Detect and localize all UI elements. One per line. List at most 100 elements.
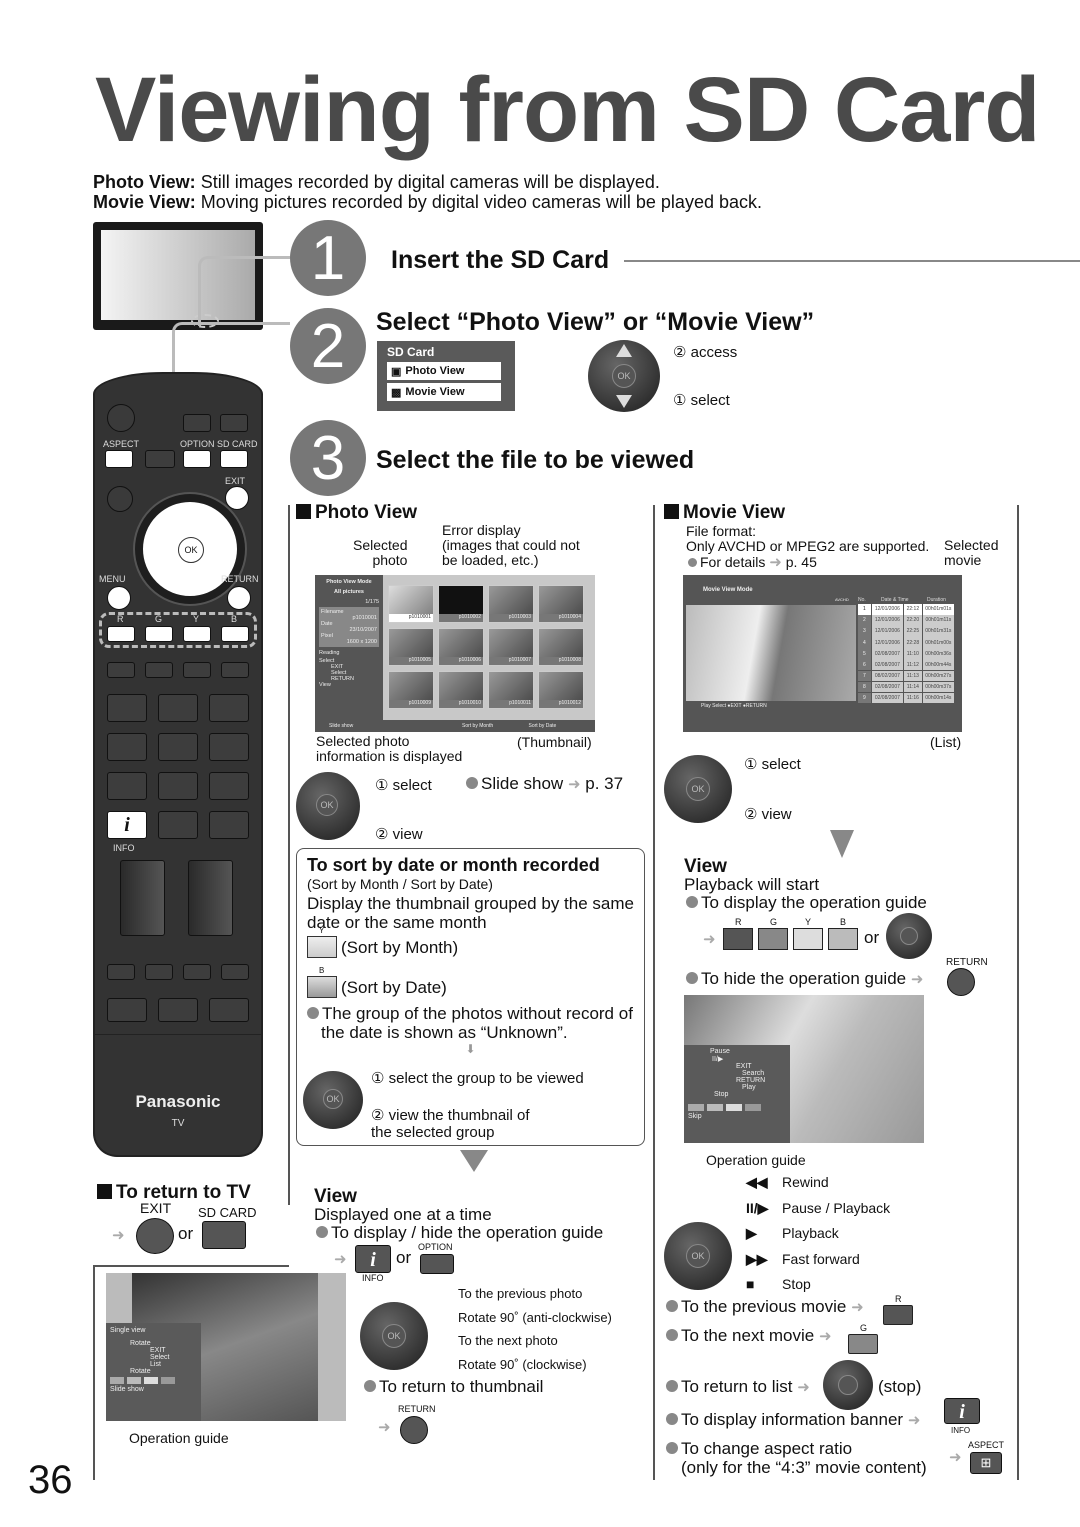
green-key[interactable]: G — [758, 917, 788, 950]
photo-thumbnail[interactable]: p1010010 — [438, 671, 484, 709]
number-button[interactable] — [209, 733, 249, 761]
number-button[interactable] — [158, 811, 198, 839]
ok-button[interactable]: OK — [612, 364, 636, 388]
photo-thumbnail[interactable]: p1010004 — [538, 585, 584, 623]
remote-button[interactable] — [145, 662, 173, 678]
remote-button[interactable] — [107, 964, 135, 980]
photo-thumbnail[interactable]: p1010003 — [488, 585, 534, 623]
movie-list-row[interactable]: 1 12/01/2006 22:12 00h01m01s — [858, 604, 955, 615]
remote-button[interactable] — [183, 964, 211, 980]
power-button[interactable] — [107, 404, 135, 432]
dpad[interactable]: OK — [303, 1071, 363, 1129]
photo-thumbnail[interactable]: p1010009 — [388, 671, 434, 709]
yellow-key[interactable]: Y — [793, 917, 823, 950]
movie-list-row[interactable]: 6 02/08/2007 11:12 00h00m44s — [858, 659, 955, 671]
red-key[interactable]: R — [883, 1294, 913, 1325]
remote-button[interactable] — [183, 662, 211, 678]
number-button[interactable] — [209, 694, 249, 722]
number-button[interactable] — [158, 772, 198, 800]
remote-button[interactable] — [220, 414, 248, 432]
red-button[interactable] — [107, 626, 135, 642]
photo-thumbnail[interactable]: p1010001 — [388, 585, 434, 623]
remote-ok-button[interactable]: OK — [178, 537, 204, 563]
dpad[interactable] — [886, 913, 932, 959]
remote-button[interactable] — [145, 964, 173, 980]
remote-button[interactable] — [145, 450, 175, 468]
exit-button[interactable] — [136, 1218, 174, 1254]
movie-list-row[interactable]: 5 02/08/2007 11:10 00h00m36s — [858, 648, 955, 659]
dpad[interactable]: OK — [588, 340, 660, 412]
option-label: OPTION — [180, 439, 215, 449]
photo-thumbnail[interactable]: p1010008 — [538, 628, 584, 666]
movie-list-row[interactable]: 8 02/08/2007 11:14 00h00m37s — [858, 681, 955, 693]
exit-label: EXIT — [140, 1200, 172, 1216]
return-button[interactable] — [227, 586, 251, 610]
red-key[interactable]: R — [723, 917, 753, 950]
return-button[interactable] — [400, 1416, 428, 1444]
menu-button[interactable] — [107, 586, 131, 610]
return-button[interactable] — [947, 968, 975, 996]
slideshow-link[interactable]: Slide show ➜ p. 37 — [466, 774, 623, 794]
remote-dpad[interactable]: OK — [135, 494, 245, 604]
number-button[interactable] — [107, 772, 147, 800]
number-button[interactable] — [107, 733, 147, 761]
remote-button[interactable] — [107, 662, 135, 678]
blue-button[interactable] — [221, 626, 249, 642]
sdcard-button[interactable] — [220, 450, 248, 468]
exit-button[interactable] — [225, 486, 249, 510]
remote-button[interactable] — [107, 486, 133, 512]
photo-thumbnail[interactable]: p1010012 — [538, 671, 584, 709]
option-button[interactable] — [420, 1254, 454, 1274]
option-button[interactable] — [183, 450, 211, 468]
movie-list-row[interactable]: 9 02/08/2007 11:16 00h00m14s — [858, 692, 955, 704]
blue-key[interactable]: B — [828, 917, 858, 950]
selected-movie-callout: Selected movie — [944, 537, 999, 568]
movie-list-row[interactable]: 4 12/01/2006 22:28 00h01m00s — [858, 637, 955, 648]
menu-item-movie-view[interactable]: ▩ Movie View — [387, 383, 501, 401]
green-button[interactable] — [145, 626, 173, 642]
number-button[interactable] — [107, 694, 147, 722]
info-button[interactable]: i — [944, 1398, 980, 1424]
aspect-button[interactable] — [105, 450, 133, 468]
number-button[interactable] — [209, 772, 249, 800]
yellow-button[interactable] — [183, 626, 211, 642]
photo-thumbnail[interactable]: p1010005 — [388, 628, 434, 666]
remote-button[interactable] — [221, 662, 249, 678]
photo-thumbnail[interactable]: p1010011 — [488, 671, 534, 709]
photo-thumbnail[interactable]: p1010007 — [488, 628, 534, 666]
sort-by-month[interactable]: Y (Sort by Month) — [307, 926, 634, 958]
remote-button[interactable] — [158, 998, 198, 1022]
channel-rocker[interactable] — [188, 860, 233, 936]
number-button[interactable] — [158, 733, 198, 761]
remote-button[interactable] — [183, 414, 211, 432]
menu-item-photo-view[interactable]: ▣ Photo View — [387, 362, 501, 380]
dpad[interactable]: OK — [360, 1302, 428, 1370]
ok-button[interactable]: OK — [316, 794, 338, 816]
movie-list-row[interactable]: 2 12/01/2006 22:20 00h01m11s — [858, 615, 955, 626]
remote-button[interactable] — [221, 964, 249, 980]
dpad[interactable]: OK — [296, 772, 360, 840]
divider — [653, 505, 655, 1480]
green-key[interactable]: G — [848, 1323, 878, 1354]
remote-button[interactable] — [107, 998, 147, 1022]
sort-title: To sort by date or month recorded — [307, 855, 600, 875]
info-button[interactable]: i — [355, 1245, 391, 1273]
remote-button[interactable] — [209, 998, 249, 1022]
photo-thumbnail[interactable]: p1010002 — [438, 585, 484, 623]
info-button[interactable]: i — [107, 811, 147, 839]
sort-by-date[interactable]: B (Sort by Date) — [307, 966, 634, 998]
dpad[interactable] — [823, 1360, 873, 1410]
dpad[interactable]: OK — [664, 755, 732, 823]
page-title: Viewing from SD Card — [95, 59, 1040, 161]
sdcard-button[interactable] — [202, 1221, 246, 1249]
dpad[interactable]: OK — [664, 1222, 732, 1290]
number-button[interactable] — [209, 811, 249, 839]
movie-list-row[interactable]: 3 12/01/2006 22:25 00h01m31s — [858, 626, 955, 637]
g-label: G — [155, 614, 163, 624]
movie-list-row[interactable]: 7 08/02/2007 11:13 00h00m27s — [858, 670, 955, 682]
number-button[interactable] — [158, 694, 198, 722]
aspect-button[interactable]: ⊞ — [970, 1452, 1002, 1474]
volume-rocker[interactable] — [120, 860, 165, 936]
photo-thumbnail[interactable]: p1010006 — [438, 628, 484, 666]
details-link[interactable]: For details ➜ p. 45 — [688, 553, 817, 571]
